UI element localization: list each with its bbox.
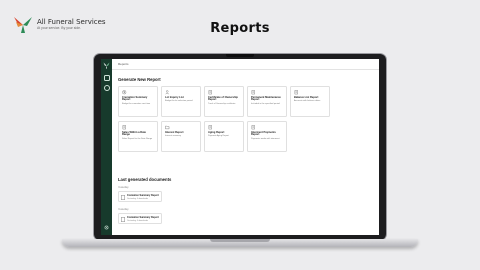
laptop-screen: Reports Generate New Report $ Cremation … — [101, 59, 379, 235]
document-icon — [208, 125, 212, 130]
report-card-interest[interactable]: Interest Report Interest summary — [161, 121, 201, 152]
folder-icon — [165, 125, 170, 130]
doc-title: Cremation Summary Report — [127, 216, 159, 220]
doc-meta: Yesterday, 4 downloads — [127, 197, 149, 200]
card-desc: Payments made with interment — [251, 138, 280, 141]
app-main: Reports Generate New Report $ Cremation … — [112, 59, 379, 235]
doc-group-label: Yesterday — [118, 186, 129, 189]
report-card-sales-date-range[interactable]: Sales Within a Date Range Sales Report f… — [118, 121, 158, 152]
doc-meta: Yesterday, 4 downloads — [127, 219, 149, 222]
last-generated-title: Last generated documents — [118, 177, 172, 182]
laptop-base-groove — [210, 239, 270, 242]
card-title: Certificate of Ownership Report — [208, 95, 238, 102]
card-title: Sales Within a Date Range — [122, 130, 146, 137]
dollar-icon: $ — [122, 90, 127, 95]
document-icon — [122, 125, 126, 130]
report-card-interment-payments[interactable]: Interment Payments Report Payments made … — [247, 121, 287, 152]
camera-notch — [226, 54, 254, 57]
person-icon — [165, 90, 170, 95]
card-desc: Budget for cremation cost time — [122, 103, 151, 106]
card-desc: Payment Aging Report — [208, 135, 229, 138]
document-icon — [208, 90, 212, 95]
sidebar-home-icon[interactable] — [103, 75, 110, 81]
app-logo-icon[interactable] — [103, 62, 110, 69]
card-desc: Sales Report for the Date Range — [122, 138, 153, 141]
report-card-aging[interactable]: Aging Report Payment Aging Report — [204, 121, 244, 152]
card-title: Interment Payments Report — [251, 130, 276, 137]
sidebar-reports-icon[interactable] — [103, 85, 110, 91]
file-icon — [121, 216, 125, 222]
doc-group-label: Yesterday — [118, 208, 129, 211]
card-title: Cremation Summary Report — [122, 95, 148, 102]
generated-doc-item[interactable]: Cremation Summary Report Yesterday, 4 do… — [118, 213, 162, 224]
file-icon — [121, 194, 125, 200]
report-card-certificate-ownership[interactable]: Certificate of Ownership Report Track of… — [204, 86, 244, 117]
generated-doc-item[interactable]: Cremation Summary Report Yesterday, 4 do… — [118, 191, 162, 202]
sidebar-settings-icon[interactable] — [104, 225, 109, 230]
card-desc: Interest summary — [165, 135, 182, 138]
top-bar: Reports — [112, 59, 379, 70]
document-icon — [294, 90, 298, 95]
page-heading: Reports — [210, 21, 270, 36]
card-desc: Budget for lot selection period — [165, 100, 193, 103]
generate-section-title: Generate New Report — [118, 77, 161, 82]
app-sidebar — [101, 59, 112, 235]
report-card-balance-list[interactable]: Balance List Report Accounts with balanc… — [290, 86, 330, 117]
report-card-lot-inquiry[interactable]: Lot Inquiry List Budget for lot selectio… — [161, 86, 201, 117]
breadcrumb[interactable]: Reports — [118, 62, 129, 66]
card-desc: Track of Ownership certificate — [208, 103, 236, 106]
document-icon — [251, 90, 255, 95]
card-desc: Included in the specified period — [251, 103, 280, 106]
report-card-cremation-summary[interactable]: $ Cremation Summary Report Budget for cr… — [118, 86, 158, 117]
card-desc: Accounts with balance dates — [294, 100, 321, 103]
doc-title: Cremation Summary Report — [127, 194, 159, 198]
document-icon — [251, 125, 255, 130]
card-title: Permanent Maintenance Report — [251, 95, 281, 102]
report-card-permanent-maintenance[interactable]: Permanent Maintenance Report Included in… — [247, 86, 287, 117]
